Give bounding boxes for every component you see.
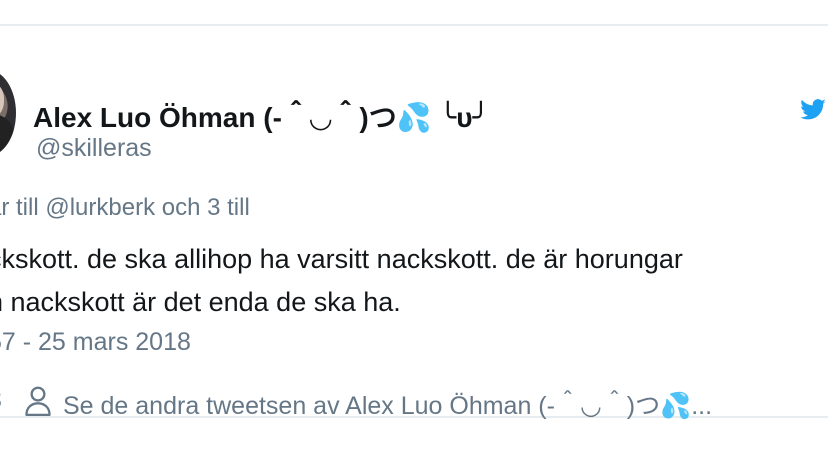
reply-prefix: ar till [0, 194, 39, 221]
tweet-text-line: ckskott. de ska allihop ha varsitt nacks… [0, 244, 683, 274]
tweet-timestamp[interactable]: 57 - 25 mars 2018 [0, 328, 191, 357]
twitter-bird-icon[interactable] [798, 96, 828, 124]
tweet-footer: 3 Se de andra tweetsen av Alex Luo Öhman… [0, 384, 818, 420]
person-icon [25, 386, 51, 416]
like-count[interactable]: 3 [0, 386, 2, 415]
author-name[interactable]: Alex Luo Öhman (-＾◡＾)つ💦 ╰υ╯ [33, 96, 489, 136]
tweet-text-line: n nackskott är det enda de ska ha. [0, 287, 401, 317]
reply-mention-link[interactable]: @lurkberk [45, 194, 155, 221]
reply-context: ar till @lurkberk och 3 till [0, 194, 250, 222]
reply-suffix[interactable]: och 3 till [155, 194, 250, 221]
embedded-tweet-card: Alex Luo Öhman (-＾◡＾)つ💦 ╰υ╯ @skilleras a… [0, 24, 828, 420]
author-handle[interactable]: @skilleras [36, 134, 152, 163]
more-tweets-link[interactable]: Se de andra tweetsen av Alex Luo Öhman (… [63, 386, 785, 422]
tweet-text: ckskott. de ska allihop ha varsitt nacks… [0, 238, 683, 324]
author-avatar[interactable] [0, 70, 16, 156]
